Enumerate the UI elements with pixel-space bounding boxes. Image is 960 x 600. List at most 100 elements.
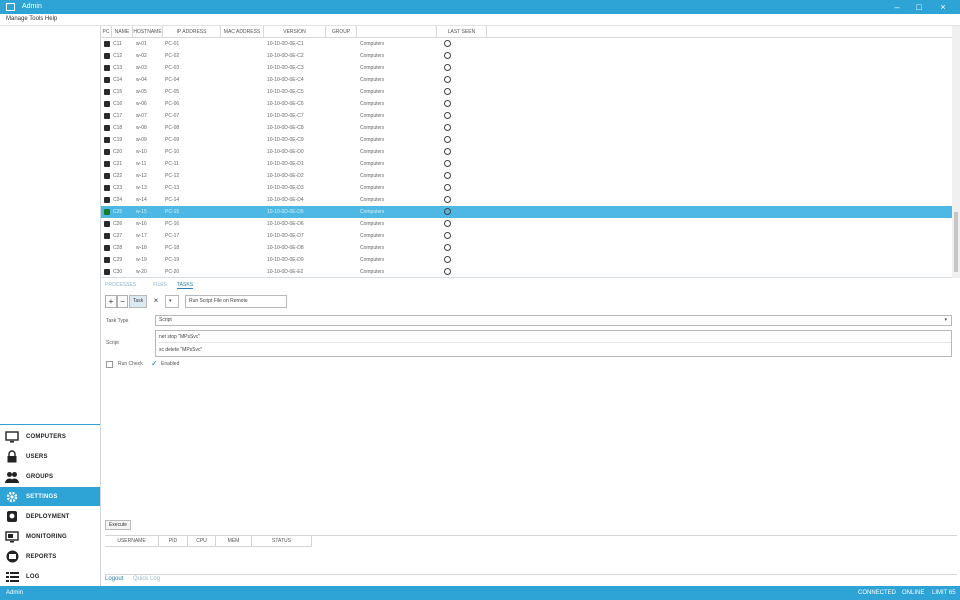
tab-files[interactable]: FILES bbox=[153, 282, 167, 288]
table-row[interactable]: C26 w-16 PC-16 10-10-0D-0E-D6 Computers bbox=[101, 218, 957, 230]
table-row[interactable]: C19 w-09 PC-09 10-10-0D-0E-C9 Computers bbox=[101, 134, 957, 146]
status-circle-icon bbox=[444, 172, 451, 179]
table-cell: 10-10-0D-0E-C6 bbox=[267, 101, 304, 107]
sidebar-item-settings[interactable]: SETTINGS bbox=[0, 487, 100, 506]
table-row[interactable]: C17 w-07 PC-07 10-10-0D-0E-C7 Computers bbox=[101, 110, 957, 122]
menu-items[interactable]: Manage Tools Help bbox=[6, 16, 57, 22]
table-row[interactable]: C13 w-03 PC-03 10-10-0D-0E-C3 Computers bbox=[101, 62, 957, 74]
sidebar-item-label: SETTINGS bbox=[26, 493, 58, 500]
logout-link[interactable]: Logout bbox=[105, 576, 123, 582]
sidebar-item-log[interactable]: LOG bbox=[0, 567, 100, 586]
sidebar-item-deployment[interactable]: DEPLOYMENT bbox=[0, 507, 100, 526]
computer-icon bbox=[104, 221, 110, 227]
table-row[interactable]: C12 w-02 PC-02 10-10-0D-0E-C2 Computers bbox=[101, 50, 957, 62]
table-cell: C20 bbox=[113, 149, 123, 155]
template-select[interactable]: Run Script File on Remote bbox=[185, 295, 287, 308]
table-row[interactable]: C27 w-17 PC-17 10-10-0D-0E-D7 Computers bbox=[101, 230, 957, 242]
table-row[interactable]: C25 w-15 PC-15 10-10-0D-0E-D5 Computers bbox=[101, 206, 957, 218]
chevron-down-icon[interactable]: ▾ bbox=[165, 295, 179, 308]
tab-tasks[interactable]: TASKS bbox=[177, 282, 194, 289]
sidebar-item-groups[interactable]: GROUPS bbox=[0, 467, 100, 486]
execute-button[interactable]: Execute bbox=[105, 520, 131, 530]
column-header[interactable]: NAME bbox=[112, 26, 133, 38]
table-cell: PC-02 bbox=[165, 53, 180, 59]
table-cell: w-04 bbox=[136, 77, 147, 83]
task-type-select[interactable]: Script ▾ bbox=[155, 315, 952, 326]
maximize-button[interactable]: □ bbox=[910, 1, 928, 13]
task-select[interactable]: Task bbox=[129, 295, 147, 308]
column-header[interactable]: IP ADDRESS bbox=[163, 26, 221, 38]
status-circle-icon bbox=[444, 100, 451, 107]
table-cell: C23 bbox=[113, 185, 123, 191]
sidebar-item-computers[interactable]: COMPUTERS bbox=[0, 427, 100, 446]
results-column-header[interactable]: CPU bbox=[188, 536, 216, 547]
results-column-header[interactable]: PID bbox=[159, 536, 188, 547]
minimize-button[interactable]: – bbox=[888, 1, 906, 13]
table-cell: Computers bbox=[360, 113, 385, 119]
table-row[interactable]: C14 w-04 PC-04 10-10-0D-0E-C4 Computers bbox=[101, 74, 957, 86]
status-circle-icon bbox=[444, 76, 451, 83]
table-row[interactable]: C20 w-10 PC-10 10-10-0D-0E-D0 Computers bbox=[101, 146, 957, 158]
script-label: Script bbox=[106, 340, 119, 346]
status-bar: Admin CONNECTED ONLINE LIMIT 65 bbox=[0, 586, 960, 600]
computer-icon bbox=[104, 113, 110, 119]
computer-icon bbox=[104, 161, 110, 167]
table-cell: PC-14 bbox=[165, 197, 180, 203]
table-cell: PC-19 bbox=[165, 257, 180, 263]
column-header[interactable]: PC bbox=[101, 26, 112, 38]
clear-icon[interactable]: × bbox=[149, 295, 163, 308]
task-type-value: Script bbox=[159, 317, 172, 323]
table-row[interactable]: C23 w-13 PC-13 10-10-0D-0E-D3 Computers bbox=[101, 182, 957, 194]
sidebar-item-users[interactable]: USERS bbox=[0, 447, 100, 466]
results-table: USERNAME PID CPU MEM STATUS bbox=[105, 535, 957, 575]
table-cell: PC-06 bbox=[165, 101, 180, 107]
template-label: Run Script File on Remote bbox=[189, 298, 248, 304]
script-line-1: net stop "MPsSvc" bbox=[159, 333, 951, 343]
table-cell: PC-17 bbox=[165, 233, 180, 239]
remove-task-button[interactable]: − bbox=[117, 295, 128, 308]
results-column-header[interactable]: MEM bbox=[216, 536, 252, 547]
column-header[interactable]: VERSION bbox=[264, 26, 326, 38]
results-column-header[interactable]: STATUS bbox=[252, 536, 312, 547]
table-scrollbar[interactable] bbox=[952, 26, 960, 278]
column-header[interactable]: GROUP bbox=[326, 26, 357, 38]
status-circle-icon bbox=[444, 256, 451, 263]
table-row[interactable]: C30 w-20 PC-20 10-10-0D-0E-E0 Computers bbox=[101, 266, 957, 277]
app-icon bbox=[6, 3, 15, 11]
column-header[interactable]: MAC ADDRESS bbox=[221, 26, 264, 38]
table-row[interactable]: C22 w-12 PC-12 10-10-0D-0E-D2 Computers bbox=[101, 170, 957, 182]
table-row[interactable]: C11 w-01 PC-01 10-10-0D-0E-C1 Computers bbox=[101, 38, 957, 50]
scrollbar-thumb[interactable] bbox=[954, 212, 958, 272]
column-header[interactable] bbox=[357, 26, 437, 38]
table-row[interactable]: C28 w-18 PC-18 10-10-0D-0E-D8 Computers bbox=[101, 242, 957, 254]
computer-icon bbox=[104, 209, 110, 215]
run-check-checkbox[interactable] bbox=[106, 361, 113, 368]
table-cell: PC-11 bbox=[165, 161, 179, 167]
table-cell: C22 bbox=[113, 173, 123, 179]
sidebar-item-reports[interactable]: REPORTS bbox=[0, 547, 100, 566]
add-task-button[interactable]: + bbox=[105, 295, 117, 308]
column-header[interactable]: LAST SEEN bbox=[437, 26, 487, 38]
table-row[interactable]: C29 w-19 PC-19 10-10-0D-0E-D9 Computers bbox=[101, 254, 957, 266]
sidebar-item-monitoring[interactable]: MONITORING bbox=[0, 527, 100, 546]
column-header[interactable]: HOSTNAME bbox=[133, 26, 163, 38]
results-column-header[interactable]: USERNAME bbox=[105, 536, 159, 547]
table-cell: 10-10-0D-0E-D3 bbox=[267, 185, 304, 191]
table-cell: Computers bbox=[360, 269, 385, 275]
table-row[interactable]: C15 w-05 PC-05 10-10-0D-0E-C5 Computers bbox=[101, 86, 957, 98]
chevron-down-icon: ▾ bbox=[944, 317, 947, 323]
table-cell: 10-10-0D-0E-D6 bbox=[267, 221, 304, 227]
table-row[interactable]: C16 w-06 PC-06 10-10-0D-0E-C6 Computers bbox=[101, 98, 957, 110]
table-row[interactable]: C21 w-11 PC-11 10-10-0D-0E-D1 Computers bbox=[101, 158, 957, 170]
table-row[interactable]: C18 w-08 PC-08 10-10-0D-0E-C8 Computers bbox=[101, 122, 957, 134]
close-button[interactable]: × bbox=[934, 1, 952, 13]
script-textarea[interactable]: net stop "MPsSvc" sc delete "MPsSvc" bbox=[155, 330, 952, 357]
table-cell: w-15 bbox=[136, 209, 147, 215]
table-cell: PC-04 bbox=[165, 77, 180, 83]
table-row[interactable]: C24 w-14 PC-14 10-10-0D-0E-D4 Computers bbox=[101, 194, 957, 206]
tab-processes[interactable]: PROCESSES bbox=[105, 282, 136, 288]
check-icon: ✓ bbox=[151, 359, 158, 368]
quick-log-link[interactable]: Quick Log bbox=[133, 576, 160, 582]
status-circle-icon bbox=[444, 40, 451, 47]
table-cell: 10-10-0D-0E-D4 bbox=[267, 197, 304, 203]
